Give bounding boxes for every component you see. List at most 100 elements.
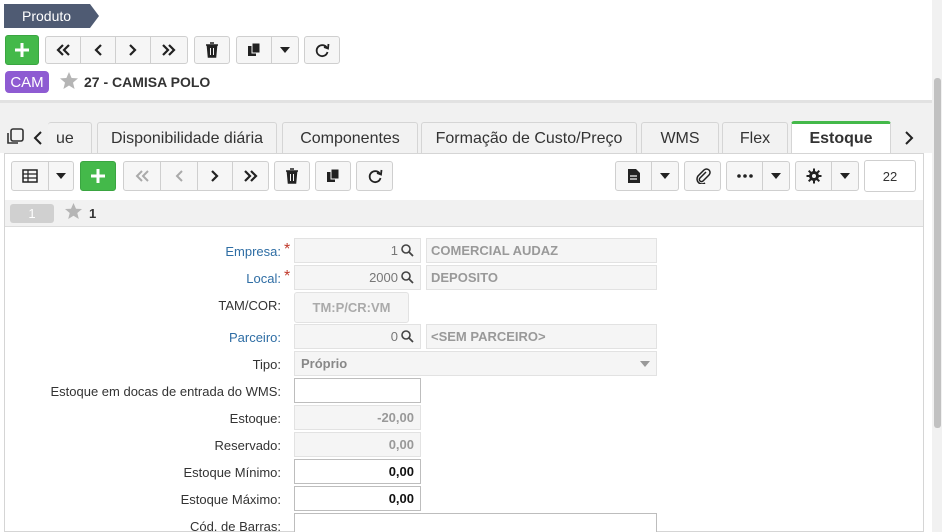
copy-icon bbox=[248, 42, 261, 56]
empresa-code-value: 1 bbox=[390, 243, 398, 258]
paperclip-icon bbox=[695, 168, 711, 184]
next-icon bbox=[211, 170, 219, 182]
chevron-down-icon bbox=[640, 360, 650, 367]
caret-down-icon bbox=[280, 47, 290, 53]
trash-icon bbox=[286, 168, 298, 184]
scrollbar-thumb[interactable] bbox=[934, 78, 941, 428]
grid-view-menu-button[interactable] bbox=[48, 161, 74, 191]
local-label[interactable]: Local: bbox=[246, 271, 281, 286]
windows-icon[interactable] bbox=[6, 128, 26, 146]
grid-prev-button[interactable] bbox=[160, 161, 198, 191]
gear-icon bbox=[806, 168, 821, 184]
grid-duplicate-button[interactable] bbox=[315, 161, 351, 191]
tab-componentes[interactable]: Componentes bbox=[282, 122, 418, 154]
grid-icon bbox=[22, 169, 38, 183]
last-icon bbox=[162, 44, 176, 56]
estoque-maximo-label: Estoque Máximo: bbox=[180, 492, 281, 507]
attachment-button[interactable] bbox=[684, 161, 721, 191]
prev-record-button[interactable] bbox=[80, 36, 116, 64]
estoque-field: -20,00 bbox=[294, 405, 421, 430]
add-button[interactable] bbox=[5, 35, 39, 65]
estoque-minimo-field[interactable]: 0,00 bbox=[294, 459, 421, 484]
cod-barras-field[interactable] bbox=[294, 513, 657, 532]
breadcrumb[interactable]: Produto bbox=[4, 4, 99, 28]
estoque-label: Estoque: bbox=[229, 411, 281, 426]
tab-scroll-right-icon[interactable] bbox=[903, 130, 915, 146]
parceiro-code-field[interactable]: 0 bbox=[294, 324, 421, 349]
tipo-select[interactable]: Próprio bbox=[294, 351, 657, 376]
tab-wms[interactable]: WMS bbox=[641, 122, 719, 154]
estoque-docas-field[interactable] bbox=[294, 378, 421, 403]
search-icon[interactable] bbox=[401, 330, 414, 343]
record-bar bbox=[5, 200, 923, 227]
next-record-button[interactable] bbox=[115, 36, 151, 64]
caret-down-icon bbox=[771, 173, 781, 179]
tab-flex[interactable]: Flex bbox=[722, 122, 788, 154]
parceiro-desc-field: <SEM PARCEIRO> bbox=[426, 324, 657, 349]
local-code-field[interactable]: 2000 bbox=[294, 265, 421, 290]
report-menu-button[interactable] bbox=[651, 161, 679, 191]
tab-scroll-left-icon[interactable] bbox=[32, 130, 44, 146]
record-star-icon[interactable] bbox=[64, 202, 83, 220]
plus-icon bbox=[91, 169, 105, 183]
plus-icon bbox=[15, 43, 29, 57]
breadcrumb-label: Produto bbox=[22, 8, 72, 24]
empresa-desc-field: COMERCIAL AUDAZ bbox=[426, 238, 657, 263]
grid-first-button[interactable] bbox=[123, 161, 161, 191]
grid-delete-button[interactable] bbox=[274, 161, 310, 191]
caret-down-icon bbox=[56, 173, 66, 179]
settings-menu-button[interactable] bbox=[831, 161, 859, 191]
cod-barras-label: Cód. de Barras: bbox=[189, 519, 281, 532]
more-button[interactable] bbox=[726, 161, 763, 191]
product-title: 27 - CAMISA POLO bbox=[84, 74, 211, 90]
grid-add-button[interactable] bbox=[80, 161, 116, 191]
estoque-minimo-label: Estoque Mínimo: bbox=[183, 465, 281, 480]
refresh-icon bbox=[368, 169, 382, 184]
next-icon bbox=[129, 44, 137, 56]
tamcor-label: TAM/COR: bbox=[218, 298, 281, 313]
record-count: 22 bbox=[864, 160, 916, 192]
search-icon[interactable] bbox=[401, 244, 414, 257]
more-icon bbox=[736, 174, 753, 178]
first-icon bbox=[135, 170, 149, 182]
parceiro-label[interactable]: Parceiro: bbox=[229, 330, 281, 345]
grid-view-button[interactable] bbox=[11, 161, 49, 191]
tab-formacao-custo[interactable]: Formação de Custo/Preço bbox=[421, 122, 637, 154]
delete-button[interactable] bbox=[194, 36, 230, 64]
tipo-value: Próprio bbox=[301, 356, 348, 371]
search-icon[interactable] bbox=[401, 271, 414, 284]
report-button[interactable] bbox=[615, 161, 652, 191]
estoque-maximo-field[interactable]: 0,00 bbox=[294, 486, 421, 511]
copy-icon bbox=[327, 168, 340, 182]
required-marker: * bbox=[284, 241, 291, 258]
more-menu-button[interactable] bbox=[762, 161, 790, 191]
first-record-button[interactable] bbox=[45, 36, 81, 64]
tipo-label: Tipo: bbox=[252, 357, 281, 372]
favorite-star-icon[interactable] bbox=[59, 71, 79, 90]
reservado-field: 0,00 bbox=[294, 432, 421, 457]
last-record-button[interactable] bbox=[150, 36, 188, 64]
tab-disponibilidade[interactable]: Disponibilidade diária bbox=[97, 122, 277, 154]
estoque-docas-label: Estoque em docas de entrada do WMS: bbox=[50, 384, 281, 399]
grid-refresh-button[interactable] bbox=[356, 161, 393, 191]
duplicate-button[interactable] bbox=[236, 36, 272, 64]
grid-next-button[interactable] bbox=[197, 161, 233, 191]
local-desc-field: DEPOSITO bbox=[426, 265, 657, 290]
tab-estoque[interactable]: Estoque bbox=[791, 121, 891, 154]
required-marker: * bbox=[284, 268, 291, 285]
refresh-icon bbox=[315, 43, 330, 58]
reservado-label: Reservado: bbox=[214, 438, 281, 453]
tamcor-field[interactable]: TM:P/CR:VM bbox=[294, 292, 409, 323]
local-code-value: 2000 bbox=[369, 270, 398, 285]
empresa-label[interactable]: Empresa: bbox=[225, 244, 281, 259]
refresh-button[interactable] bbox=[304, 36, 340, 64]
duplicate-menu-button[interactable] bbox=[271, 36, 299, 64]
tab-partial[interactable]: ue bbox=[48, 122, 92, 154]
grid-last-button[interactable] bbox=[232, 161, 269, 191]
settings-button[interactable] bbox=[795, 161, 832, 191]
record-number-badge: 1 bbox=[10, 204, 54, 223]
first-icon bbox=[56, 44, 70, 56]
section-divider bbox=[0, 103, 932, 120]
caret-down-icon bbox=[840, 173, 850, 179]
empresa-code-field[interactable]: 1 bbox=[294, 238, 421, 263]
